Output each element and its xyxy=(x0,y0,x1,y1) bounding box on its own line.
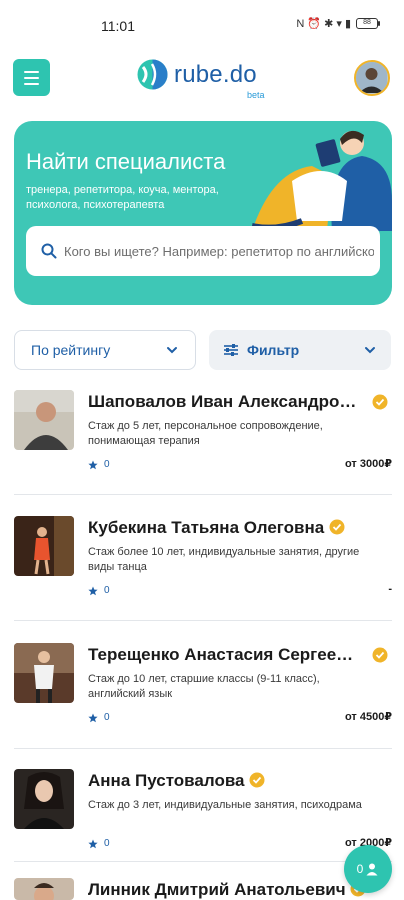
rating-value: 0 xyxy=(104,585,110,596)
star-icon xyxy=(88,460,98,469)
avatar-photo xyxy=(356,62,387,93)
specialist-name: Линник Дмитрий Анатольевич xyxy=(88,880,366,900)
divider xyxy=(14,748,392,749)
menu-button[interactable] xyxy=(13,59,50,96)
chevron-down-icon xyxy=(167,347,177,354)
sliders-icon xyxy=(224,344,238,356)
specialist-rating: 0 xyxy=(88,712,110,723)
specialist-photo xyxy=(14,878,74,900)
divider xyxy=(14,861,392,862)
filter-label: Фильтр xyxy=(247,342,300,358)
specialist-card[interactable]: Шаповалов Иван Александро… Стаж до 5 лет… xyxy=(14,390,392,480)
specialist-rating: 0 xyxy=(88,459,110,470)
specialist-description: Стаж более 10 лет, индивидуальные заняти… xyxy=(88,546,360,573)
specialist-photo xyxy=(14,390,74,450)
specialist-price: от 3000₽ xyxy=(344,458,392,470)
verified-badge-icon xyxy=(329,519,345,535)
specialist-price: от 4500₽ xyxy=(344,711,392,723)
specialist-card[interactable]: Линник Дмитрий Анатольевич xyxy=(14,878,392,900)
star-icon xyxy=(88,586,98,595)
status-indicators: N ⏰ ✱ ▾ ▮ xyxy=(296,18,351,30)
hero-title: Найти специалиста xyxy=(26,149,226,174)
specialist-description: Стаж до 10 лет, старшие классы (9-11 кла… xyxy=(88,673,320,700)
specialist-card[interactable]: Кубекина Татьяна Олеговна Стаж более 10 … xyxy=(14,516,392,606)
status-icons: N ⏰ ✱ ▾ ▮ 88 xyxy=(296,17,380,30)
verified-badge-icon xyxy=(372,647,388,663)
specialist-name: Анна Пустовалова xyxy=(88,771,265,791)
battery-icon: 88 xyxy=(356,18,380,29)
verified-badge-icon xyxy=(249,772,265,788)
specialist-description: Стаж до 3 лет, индивидуальные занятия, п… xyxy=(88,799,362,811)
logo-text: rube.do xyxy=(174,60,257,88)
specialist-description: Стаж до 5 лет, персональное сопровождени… xyxy=(88,420,323,447)
fab-button[interactable]: 0 xyxy=(344,845,392,893)
verified-badge-icon xyxy=(372,394,388,410)
status-bar: 11:01 N ⏰ ✱ ▾ ▮ 88 xyxy=(0,0,404,48)
star-icon xyxy=(88,839,98,848)
specialist-name: Шаповалов Иван Александро… xyxy=(88,392,357,411)
specialist-rating: 0 xyxy=(88,838,110,849)
divider xyxy=(14,494,392,495)
status-time: 11:01 xyxy=(101,18,135,34)
rating-value: 0 xyxy=(104,838,110,849)
star-icon xyxy=(88,713,98,722)
beta-badge: beta xyxy=(247,90,265,100)
divider xyxy=(14,620,392,621)
rating-value: 0 xyxy=(104,712,110,723)
specialist-card[interactable]: Терещенко Анастасия Сергее… Стаж до 10 л… xyxy=(14,643,392,733)
filter-button[interactable]: Фильтр xyxy=(209,330,391,370)
specialist-photo xyxy=(14,769,74,829)
specialist-photo xyxy=(14,516,74,576)
hamburger-icon xyxy=(24,70,39,73)
reading-person-illustration xyxy=(251,130,392,231)
logo[interactable]: rube.do beta xyxy=(136,58,265,100)
fab-count: 0 xyxy=(356,862,364,876)
sort-select[interactable]: По рейтингу xyxy=(14,330,196,370)
search-input[interactable] xyxy=(64,243,374,259)
specialist-name: Терещенко Анастасия Сергее… xyxy=(88,645,354,664)
person-icon xyxy=(366,863,378,876)
chevron-down-icon xyxy=(365,347,375,354)
specialist-rating: 0 xyxy=(88,585,110,596)
specialist-card[interactable]: Анна Пустовалова Стаж до 3 лет, индивиду… xyxy=(14,769,392,859)
rating-value: 0 xyxy=(104,459,110,470)
logo-mark-icon xyxy=(136,58,169,91)
specialist-photo xyxy=(14,643,74,703)
hero-subtitle: тренера, репетитора, коуча, ментора, пси… xyxy=(26,184,219,211)
search-box[interactable] xyxy=(26,226,380,276)
specialist-price: - xyxy=(388,583,392,595)
search-icon xyxy=(41,243,57,259)
specialist-name: Кубекина Татьяна Олеговна xyxy=(88,518,345,538)
hero-banner: Найти специалиста тренера, репетитора, к… xyxy=(14,121,392,305)
sort-label: По рейтингу xyxy=(31,342,111,358)
profile-avatar[interactable] xyxy=(354,60,390,96)
